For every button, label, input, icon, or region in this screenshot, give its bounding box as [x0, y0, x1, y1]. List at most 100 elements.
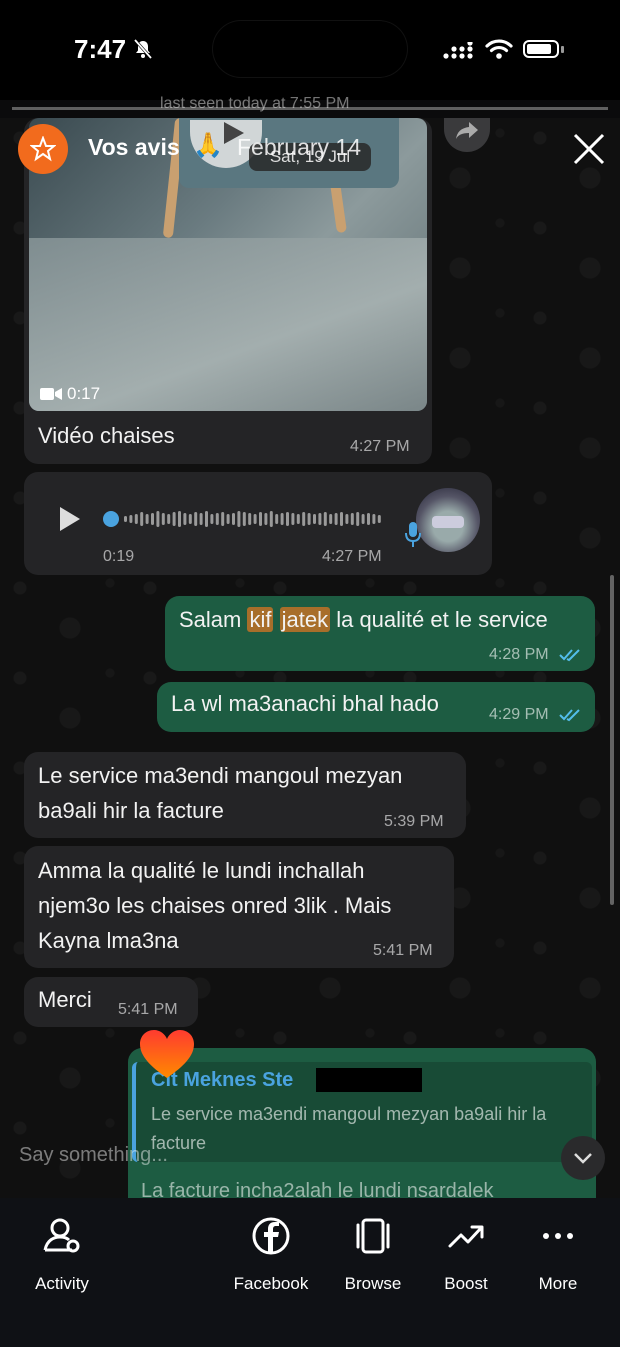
close-icon[interactable] [570, 130, 608, 168]
message-line: njem3o les chaises onred 3lik . Mais [38, 893, 392, 918]
nav-boost[interactable]: Boost [436, 1214, 496, 1294]
waveform-bar [340, 512, 343, 526]
nav-label: Boost [444, 1274, 488, 1293]
battery-icon [523, 40, 559, 58]
facebook-icon [252, 1217, 290, 1255]
message-time: 5:39 PM [384, 813, 444, 830]
waveform-scrubber [103, 511, 119, 527]
brand-logo[interactable] [18, 124, 68, 174]
video-camera-icon [40, 388, 62, 400]
voice-play-icon[interactable] [58, 506, 82, 532]
wifi-icon [485, 39, 513, 59]
star-icon [30, 136, 56, 162]
last-seen-text: last seen today at 7:55 PM [160, 95, 350, 112]
waveform-bar [215, 513, 219, 525]
waveform-bar [156, 511, 160, 527]
waveform-bar [275, 514, 279, 524]
voice-duration: 0:19 [103, 548, 135, 565]
nav-facebook[interactable]: Facebook [228, 1214, 314, 1294]
waveform-bar [259, 512, 262, 526]
nav-label: Browse [344, 1274, 402, 1293]
waveform-bar [323, 512, 327, 526]
message-time: 4:27 PM [350, 438, 410, 455]
waveform-bar [253, 514, 257, 524]
waveform-bar [161, 513, 165, 525]
waveform-bar [329, 514, 333, 524]
message-line: ba9ali hir la facture [38, 798, 224, 823]
nav-label: Activity [35, 1274, 89, 1293]
waveform-bar [172, 512, 176, 526]
waveform-bar [291, 513, 295, 525]
story-date: February 14 [237, 134, 362, 160]
nav-activity[interactable]: Activity [22, 1214, 102, 1294]
dynamic-island [213, 21, 407, 77]
waveform-bar [140, 512, 144, 526]
read-ticks-icon [559, 709, 580, 722]
browse-icon [356, 1218, 390, 1254]
waveform-bar [183, 513, 187, 525]
waveform-bar [232, 513, 235, 525]
message-line: Amma la qualité le lundi inchallah [38, 858, 365, 883]
waveform-bar [242, 512, 246, 526]
waveform-bar [361, 514, 365, 524]
nav-browse[interactable]: Browse [337, 1214, 409, 1294]
more-icon [543, 1233, 573, 1239]
waveform-bar [226, 514, 230, 524]
heart-icon [140, 1030, 194, 1078]
waveform-bar [188, 514, 192, 524]
chevron-down-icon [574, 1153, 592, 1164]
waveform-bar [237, 511, 241, 527]
waveform-bar [221, 512, 225, 526]
message-text: Salam kif jatek la qualité et le service [179, 607, 548, 632]
waveform-bar [313, 514, 316, 524]
waveform-bar [248, 513, 252, 525]
scroll-down-button[interactable] [561, 1136, 605, 1180]
waveform-bar [334, 513, 338, 525]
waveform-bar [302, 512, 306, 526]
waveform-bar [318, 513, 322, 525]
nav-label: Facebook [233, 1274, 309, 1293]
waveform-bar [356, 512, 360, 526]
waveform-bar [350, 513, 354, 525]
waveform-bar [345, 514, 349, 524]
say-something-input[interactable]: Say something... [19, 1144, 168, 1167]
voice-waveform[interactable] [102, 506, 384, 532]
quoted-text: Le service ma3endi mangoul mezyan ba9ali… [151, 1104, 547, 1153]
message-time: 4:28 PM [489, 646, 549, 663]
message-time: 5:41 PM [373, 942, 433, 959]
waveform-bar [367, 513, 370, 525]
waveform-bar [124, 516, 127, 522]
forward-icon [456, 122, 478, 139]
waveform-bar [151, 513, 154, 525]
boost-icon [448, 1225, 484, 1248]
message-time: 4:27 PM [322, 548, 382, 565]
waveform-bar [178, 511, 181, 527]
waveform-bar [167, 514, 171, 524]
scrollbar[interactable] [610, 575, 614, 905]
status-time: 7:47 [74, 34, 127, 64]
waveform-bar [296, 514, 300, 524]
waveform-bar [269, 511, 273, 527]
message-line: Le service ma3endi mangoul mezyan [38, 763, 403, 788]
cellular-signal-icon [443, 42, 473, 59]
waveform-bar [210, 514, 214, 524]
message-text: La wl ma3anachi bhal hado [171, 691, 439, 716]
message-time: 5:41 PM [118, 1001, 178, 1018]
avatar [416, 488, 480, 552]
waveform-bar [280, 513, 284, 525]
message-text: Merci [38, 987, 92, 1012]
nav-label: More [538, 1274, 578, 1293]
waveform-bar [307, 513, 311, 525]
message-time: 4:29 PM [489, 706, 549, 723]
nav-more[interactable]: More [530, 1214, 586, 1294]
battery-tip [561, 46, 564, 53]
redacted-block [316, 1068, 422, 1092]
silent-bell-icon [133, 39, 153, 59]
waveform-bar [264, 513, 268, 525]
message-line: Kayna lma3na [38, 928, 179, 953]
waveform-bar [286, 512, 289, 526]
video-duration: 0:17 [67, 384, 101, 403]
story-title: Vos avis [88, 134, 180, 160]
activity-icon [43, 1218, 80, 1253]
waveform-bar [145, 514, 149, 524]
